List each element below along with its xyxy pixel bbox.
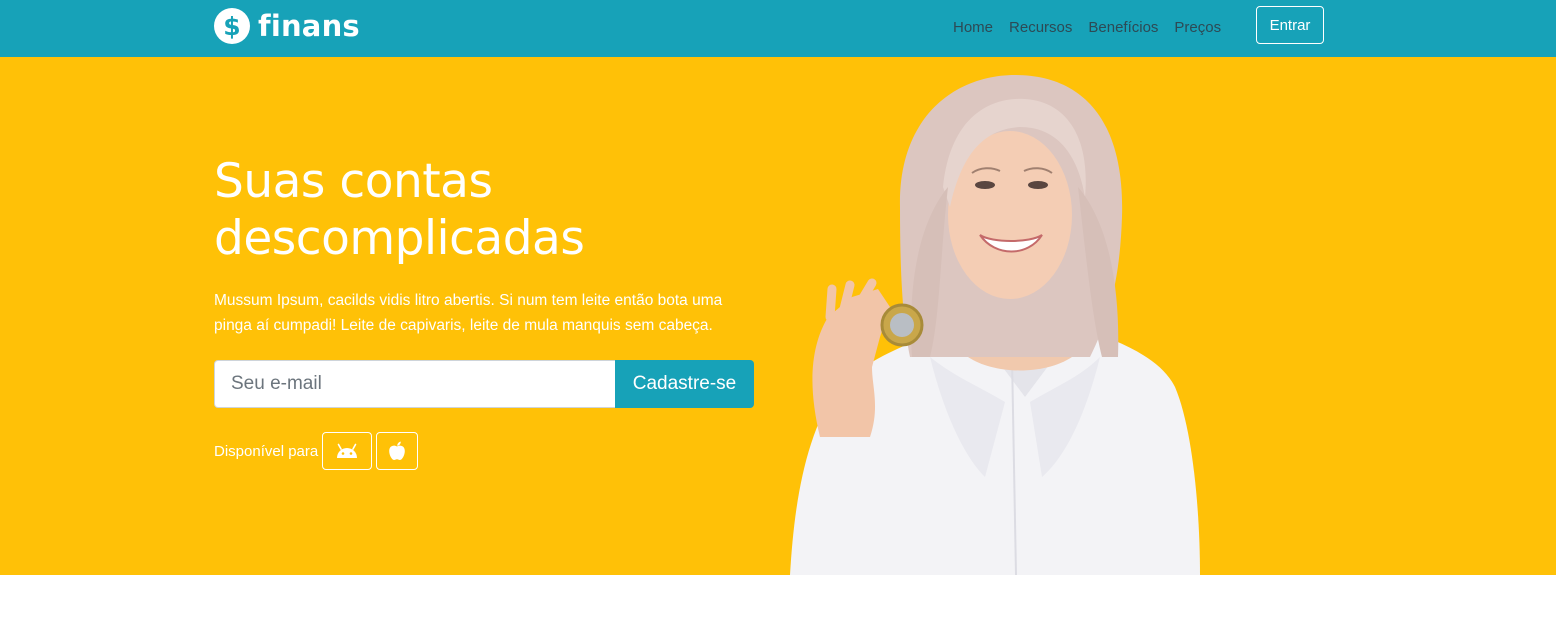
nav-link-recursos[interactable]: Recursos <box>1009 19 1072 36</box>
brand-name: finans <box>258 9 360 43</box>
nav-link-beneficios[interactable]: Benefícios <box>1088 19 1158 36</box>
signup-button[interactable]: Cadastre-se <box>615 360 754 408</box>
available-platforms: Disponível para <box>214 432 422 470</box>
hero-title-line-2: descomplicadas <box>214 211 585 266</box>
android-store-button[interactable] <box>322 432 373 470</box>
nav-link-precos[interactable]: Preços <box>1174 19 1221 36</box>
login-button[interactable]: Entrar <box>1256 6 1324 44</box>
nav-link-home[interactable]: Home <box>953 19 993 36</box>
main-nav: Home Recursos Benefícios Preços <box>945 17 1229 37</box>
android-icon <box>337 443 358 458</box>
email-input[interactable] <box>214 360 615 408</box>
brand-logo-link[interactable]: $ finans <box>214 7 360 45</box>
apple-icon <box>389 441 406 460</box>
signup-form: Cadastre-se <box>214 360 754 408</box>
apple-store-button[interactable] <box>376 432 419 470</box>
hero-title: Suas contas descomplicadas <box>214 153 734 267</box>
dollar-logo-icon: $ <box>214 8 250 44</box>
hero-section: Suas contas descomplicadas Mussum Ipsum,… <box>0 57 1556 575</box>
woman-holding-coin-image <box>790 75 1200 575</box>
hero-description: Mussum Ipsum, cacilds vidis litro aberti… <box>214 292 723 334</box>
available-label: Disponível para <box>214 442 319 460</box>
hero-title-line-1: Suas contas <box>214 154 493 209</box>
navbar: $ finans Home Recursos Benefícios Preços… <box>0 0 1556 57</box>
